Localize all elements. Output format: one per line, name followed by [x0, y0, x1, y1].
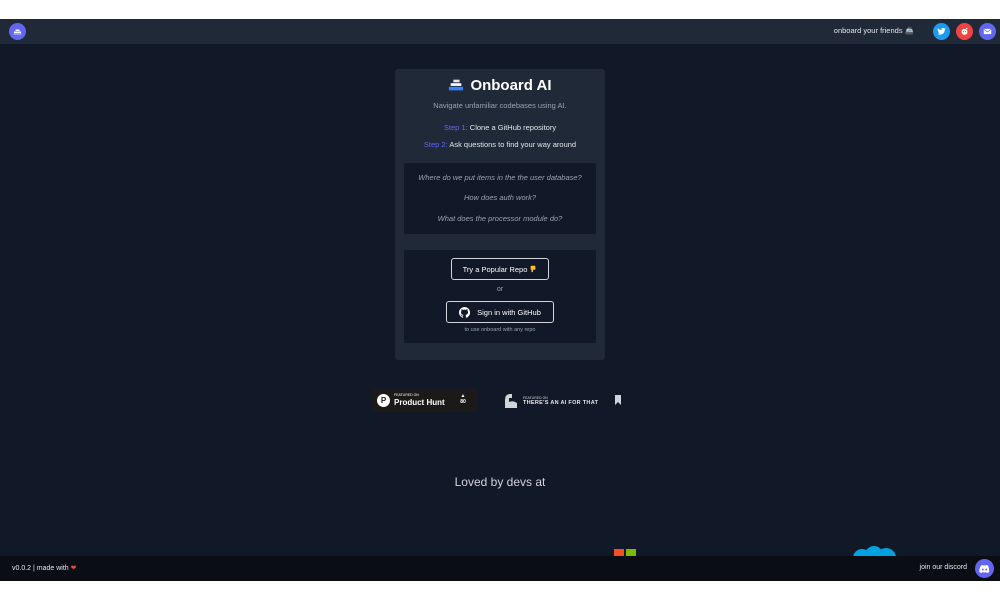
- upvote-count: 80: [460, 399, 466, 405]
- producthunt-name: Product Hunt: [394, 398, 445, 407]
- email-share-button[interactable]: [979, 23, 996, 40]
- loved-by-heading: Loved by devs at: [454, 475, 546, 489]
- footer: v0.0.2 | made with ❤ join our discord: [0, 556, 1000, 581]
- step-2: Step 2: Ask questions to find your way a…: [395, 140, 605, 149]
- try-popular-repo-button[interactable]: Try a Popular Repo: [451, 258, 549, 280]
- example-question: What does the processor module do?: [437, 214, 563, 223]
- flexed-arm-icon: [505, 394, 517, 408]
- onboard-card: Onboard AI Navigate unfamiliar codebases…: [395, 69, 605, 360]
- github-hint: to use onboard with any repo: [464, 327, 536, 333]
- app-page: onboard your friends 🚢 Onboard AI Naviga…: [0, 19, 1000, 581]
- reddit-icon: [961, 27, 968, 35]
- step-1: Step 1: Clone a GitHub repository: [395, 123, 605, 132]
- github-button-label: Sign in with GitHub: [477, 307, 541, 317]
- ship-icon: [449, 79, 464, 91]
- producthunt-badge[interactable]: P FEATURED ON Product Hunt ▲ 80: [372, 389, 477, 412]
- producthunt-icon: P: [377, 394, 390, 407]
- bookmark-icon: [615, 395, 621, 405]
- actions-panel: Try a Popular Repo or Sign in with GitHu…: [404, 250, 596, 343]
- step-1-label: Step 1:: [443, 123, 468, 132]
- twitter-icon: [937, 27, 946, 35]
- upvote-counter: ▲ 80: [458, 393, 468, 405]
- producthunt-featured-label: FEATURED ON: [394, 393, 419, 397]
- discord-button[interactable]: [975, 559, 994, 578]
- example-questions: Where do we put items in the the user da…: [404, 163, 596, 234]
- github-icon: [459, 306, 471, 318]
- step-2-label: Step 2:: [423, 140, 448, 149]
- top-navbar: onboard your friends 🚢: [0, 19, 1000, 44]
- example-question: Where do we put items in the the user da…: [418, 173, 582, 182]
- step-1-text: Clone a GitHub repository: [469, 123, 557, 132]
- example-question: How does auth work?: [463, 193, 537, 202]
- aift-name: THERE'S AN AI FOR THAT: [523, 400, 599, 406]
- or-separator: or: [496, 286, 504, 293]
- reddit-share-button[interactable]: [956, 23, 973, 40]
- home-logo-button[interactable]: [9, 23, 26, 40]
- twitter-share-button[interactable]: [933, 23, 950, 40]
- title-text: Onboard AI: [470, 77, 552, 94]
- version-text: v0.0.2 | made with: [12, 565, 69, 572]
- discord-link[interactable]: join our discord: [920, 564, 967, 571]
- share-text: onboard your friends 🚢: [833, 26, 914, 35]
- step-2-text: Ask questions to find your way around: [449, 140, 577, 149]
- discord-icon: [979, 565, 990, 573]
- ship-icon: [13, 29, 22, 34]
- popular-button-label: Try a Popular Repo: [462, 264, 528, 274]
- page-title: Onboard AI: [395, 77, 605, 94]
- email-icon: [983, 28, 992, 35]
- theres-an-ai-for-that-badge[interactable]: FEATURED ON THERE'S AN AI FOR THAT: [503, 391, 623, 411]
- pointing-down-icon: [530, 265, 536, 273]
- heart-icon: ❤: [70, 565, 77, 572]
- github-signin-button[interactable]: Sign in with GitHub: [446, 301, 554, 323]
- subtitle: Navigate unfamiliar codebases using AI.: [433, 101, 567, 110]
- version-info: v0.0.2 | made with ❤: [12, 564, 77, 572]
